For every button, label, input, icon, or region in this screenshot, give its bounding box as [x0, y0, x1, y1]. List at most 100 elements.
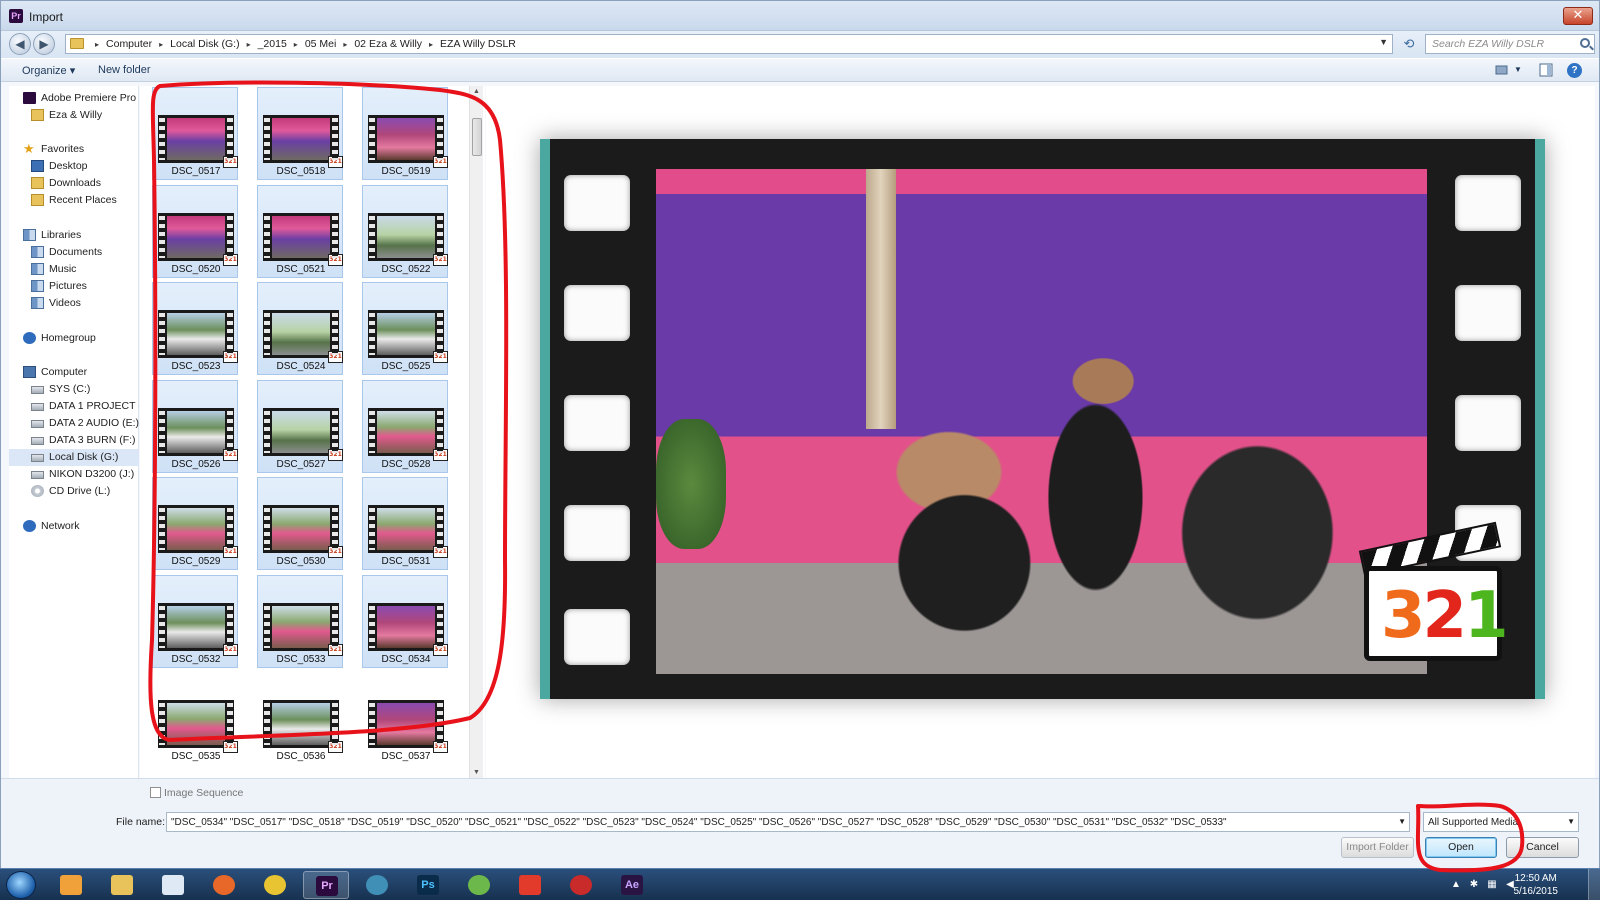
search-icon[interactable]	[1580, 38, 1590, 48]
organize-menu[interactable]: Organize ▾	[22, 64, 75, 77]
taskbar-button[interactable]: Pr	[303, 871, 349, 899]
file-tile[interactable]: 321 DSC_0535	[152, 672, 238, 765]
breadcrumb-arrow-icon[interactable]: ▸	[247, 40, 251, 49]
file-tile[interactable]: 321 DSC_0531	[362, 477, 448, 570]
show-desktop-button[interactable]	[1588, 869, 1600, 900]
nav-item[interactable]: Homegroup	[9, 330, 139, 347]
file-name-dropdown-icon[interactable]: ▼	[1398, 817, 1406, 826]
file-tile[interactable]: 321 DSC_0522	[362, 184, 448, 278]
breadcrumb-arrow-icon[interactable]: ▸	[294, 40, 298, 49]
file-tile[interactable]: 321 DSC_0537	[362, 672, 448, 765]
taskbar-button[interactable]	[456, 871, 502, 899]
import-folder-button[interactable]: Import Folder	[1341, 837, 1414, 858]
nav-item[interactable]: Network	[9, 518, 139, 535]
file-tile[interactable]: 321 DSC_0529	[152, 477, 238, 570]
scroll-thumb[interactable]	[472, 118, 482, 156]
taskbar-button[interactable]	[99, 871, 145, 899]
file-tile[interactable]: 321 DSC_0527	[257, 379, 343, 473]
breadcrumb-item[interactable]: 05 Mei	[305, 38, 337, 50]
taskbar-button[interactable]	[558, 871, 604, 899]
change-view-icon[interactable]	[1495, 63, 1509, 77]
open-button[interactable]: Open	[1425, 837, 1497, 858]
taskbar-button[interactable]	[507, 871, 553, 899]
nav-item[interactable]: Desktop	[9, 158, 139, 175]
address-dropdown-icon[interactable]: ▼	[1379, 37, 1388, 47]
file-tile[interactable]: 321 DSC_0530	[257, 477, 343, 570]
start-button[interactable]	[6, 871, 36, 899]
nav-item[interactable]: Computer	[9, 364, 139, 381]
taskbar-button[interactable]	[201, 871, 247, 899]
scroll-down-arrow-icon[interactable]: ▼	[473, 769, 480, 776]
file-tile[interactable]: 321 DSC_0523	[152, 282, 238, 375]
address-bar[interactable]: ▸ Computer ▸ Local Disk (G:) ▸ _2015 ▸ 05 Mei ▸ 0…	[65, 34, 1393, 54]
nav-item[interactable]: Videos	[9, 295, 139, 312]
close-button[interactable]: ✕	[1563, 7, 1593, 25]
taskbar-button[interactable]	[150, 871, 196, 899]
nav-item[interactable]: DATA 1 PROJECT (D	[9, 398, 139, 415]
scroll-up-arrow-icon[interactable]: ▲	[473, 88, 480, 95]
taskbar-button[interactable]: Ae	[609, 871, 655, 899]
nav-item[interactable]: ★ Favorites	[9, 141, 139, 158]
file-tile[interactable]: 321 DSC_0532	[152, 574, 238, 668]
file-name-label: DSC_0531	[381, 556, 431, 567]
file-tile[interactable]: 321 DSC_0525	[362, 282, 448, 375]
refresh-button[interactable]: ⟲	[1399, 35, 1419, 54]
nav-item[interactable]: Adobe Premiere Pro C	[9, 90, 139, 107]
nav-item[interactable]: Downloads	[9, 175, 139, 192]
file-tile[interactable]: 321 DSC_0536	[257, 672, 343, 765]
nav-item[interactable]: Pictures	[9, 278, 139, 295]
nav-item[interactable]: Libraries	[9, 227, 139, 244]
file-tile[interactable]: 321 DSC_0526	[152, 379, 238, 473]
file-tile[interactable]: 321 DSC_0517	[152, 87, 238, 180]
file-tile[interactable]: 321 DSC_0519	[362, 87, 448, 180]
breadcrumb-arrow-icon[interactable]: ▸	[95, 40, 99, 49]
breadcrumb-item[interactable]: 02 Eza & Willy	[354, 38, 422, 50]
taskbar-button[interactable]: Ps	[405, 871, 451, 899]
breadcrumb-item[interactable]: EZA Willy DSLR	[440, 38, 516, 50]
file-tile[interactable]: 321 DSC_0521	[257, 184, 343, 278]
file-tile[interactable]: 321 DSC_0520	[152, 184, 238, 278]
file-type-dropdown-icon[interactable]: ▼	[1567, 817, 1575, 826]
bluetooth-icon[interactable]: ✱	[1468, 879, 1480, 891]
search-input[interactable]: Search EZA Willy DSLR	[1425, 34, 1595, 54]
breadcrumb-item[interactable]: _2015	[258, 38, 287, 50]
nav-item[interactable]: NIKON D3200 (J:)	[9, 466, 139, 483]
preview-pane-icon[interactable]	[1539, 63, 1553, 77]
taskbar-button[interactable]	[252, 871, 298, 899]
clock[interactable]: 12:50 AM 5/16/2015	[1514, 872, 1559, 898]
file-tile[interactable]: 321 DSC_0534	[362, 574, 448, 668]
nav-item[interactable]: DATA 2 AUDIO (E:)	[9, 415, 139, 432]
nav-item[interactable]: CD Drive (L:)	[9, 483, 139, 500]
help-icon[interactable]: ?	[1567, 63, 1582, 78]
file-name-field[interactable]: "DSC_0534" "DSC_0517" "DSC_0518" "DSC_05…	[166, 812, 1410, 832]
breadcrumb-item[interactable]: Local Disk (G:)	[170, 38, 239, 50]
nav-item[interactable]: SYS (C:)	[9, 381, 139, 398]
taskbar-button[interactable]	[354, 871, 400, 899]
breadcrumb-item[interactable]: Computer	[106, 38, 152, 50]
taskbar-button[interactable]	[48, 871, 94, 899]
file-type-select[interactable]: All Supported Media ▼	[1423, 812, 1579, 832]
nav-item[interactable]: Eza & Willy	[9, 107, 139, 124]
back-button[interactable]: ◀	[9, 33, 31, 55]
nav-item[interactable]: Documents	[9, 244, 139, 261]
breadcrumb-arrow-icon[interactable]: ▸	[429, 40, 433, 49]
file-tile[interactable]: 321 DSC_0524	[257, 282, 343, 375]
breadcrumb-arrow-icon[interactable]: ▸	[343, 40, 347, 49]
file-tile[interactable]: 321 DSC_0533	[257, 574, 343, 668]
breadcrumb-arrow-icon[interactable]: ▸	[159, 40, 163, 49]
cancel-button[interactable]: Cancel	[1506, 837, 1579, 858]
nav-item[interactable]: Music	[9, 261, 139, 278]
tray-arrow-icon[interactable]: ▲	[1450, 879, 1462, 891]
nav-item[interactable]: Local Disk (G:)	[9, 449, 139, 466]
file-grid-scrollbar[interactable]: ▲ ▼	[469, 86, 483, 778]
image-sequence-checkbox[interactable]	[150, 787, 161, 798]
view-dropdown-icon[interactable]: ▼	[1514, 65, 1522, 74]
file-tile[interactable]: 321 DSC_0518	[257, 87, 343, 180]
nav-item[interactable]: DATA 3 BURN (F:)	[9, 432, 139, 449]
network-tray-icon[interactable]: ▦	[1486, 879, 1498, 891]
forward-button[interactable]: ▶	[33, 33, 55, 55]
title-bar[interactable]: Pr Import ✕	[1, 1, 1599, 31]
nav-item[interactable]: Recent Places	[9, 192, 139, 209]
file-tile[interactable]: 321 DSC_0528	[362, 379, 448, 473]
new-folder-button[interactable]: New folder	[98, 64, 151, 76]
